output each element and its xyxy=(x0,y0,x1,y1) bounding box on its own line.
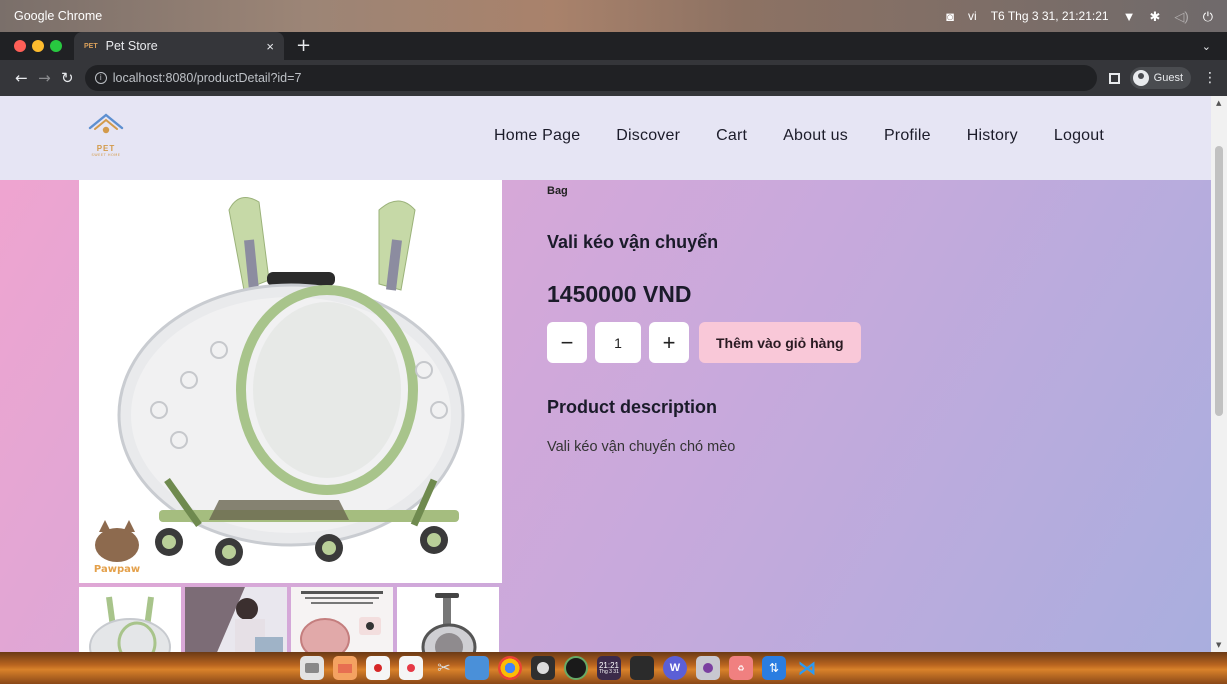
logo-subtext: SWEET HOME xyxy=(91,153,121,157)
power-icon[interactable]: ⏻ xyxy=(1203,10,1213,23)
product-name: Vali kéo vận chuyển xyxy=(547,232,719,252)
vscode-icon[interactable]: ⋊ xyxy=(795,656,819,680)
pet-favicon-icon: PET xyxy=(84,42,98,50)
nav-cart[interactable]: Cart xyxy=(716,127,747,145)
slides-icon[interactable] xyxy=(333,656,357,680)
photos-icon[interactable] xyxy=(531,656,555,680)
quantity-input[interactable] xyxy=(595,322,641,363)
close-tab-icon[interactable]: × xyxy=(266,39,274,54)
bluetooth-icon[interactable]: ✱ xyxy=(1149,10,1160,23)
scissors-icon[interactable]: ✂ xyxy=(432,656,456,680)
obs-icon[interactable] xyxy=(564,656,588,680)
wps-icon[interactable]: W xyxy=(663,656,687,680)
document-icon[interactable] xyxy=(366,656,390,680)
address-bar[interactable]: i localhost:8080/productDetail?id=7 xyxy=(84,65,1097,91)
thumbnail-2[interactable] xyxy=(185,587,287,652)
scroll-down-arrow-icon[interactable]: ▼ xyxy=(1216,641,1221,649)
keyboard-language[interactable]: vi xyxy=(968,9,977,23)
guest-avatar-icon xyxy=(1132,70,1149,86)
pdf-icon[interactable] xyxy=(399,656,423,680)
house-logo-icon xyxy=(88,113,124,134)
reload-icon[interactable]: ↻ xyxy=(56,69,79,87)
nav-home-page[interactable]: Home Page xyxy=(494,127,580,145)
thumbnail-3[interactable] xyxy=(291,587,393,652)
nav-discover[interactable]: Discover xyxy=(616,127,680,145)
minimize-window-button[interactable] xyxy=(32,40,44,52)
recycle-icon[interactable]: ♻ xyxy=(729,656,753,680)
add-to-cart-button[interactable]: Thêm vào giỏ hàng xyxy=(699,322,861,363)
thumbnail-carrier-side-icon xyxy=(421,593,477,652)
thumbnail-1[interactable] xyxy=(79,587,181,652)
tab-search-chevron-icon[interactable]: ⌄ xyxy=(1202,40,1211,53)
page-scrollbar[interactable]: ▲ ▼ xyxy=(1211,96,1227,652)
decrease-quantity-button[interactable]: − xyxy=(547,322,587,363)
maximize-window-button[interactable] xyxy=(50,40,62,52)
os-top-bar: Google Chrome ◙ vi T6 Thg 3 31, 21:21:21… xyxy=(0,0,1227,32)
scrollbar-thumb[interactable] xyxy=(1215,146,1223,416)
site-info-icon[interactable]: i xyxy=(94,72,107,84)
description-text: Vali kéo vận chuyển chó mèo xyxy=(547,439,736,455)
nav-about-us[interactable]: About us xyxy=(783,127,848,145)
product-category[interactable]: Bag xyxy=(547,185,568,197)
tab-pet-store[interactable]: PET Pet Store × xyxy=(74,32,284,60)
url-text: localhost:8080/productDetail?id=7 xyxy=(112,71,302,85)
side-panel-icon[interactable] xyxy=(1108,72,1120,84)
chrome-icon[interactable] xyxy=(498,656,522,680)
thumbnail-person-icon xyxy=(185,587,287,652)
nav-profile[interactable]: Profile xyxy=(884,127,931,145)
browser-toolbar: ← → ↻ i localhost:8080/productDetail?id=… xyxy=(0,60,1227,96)
new-tab-button[interactable]: + xyxy=(296,37,311,55)
profile-button[interactable]: Guest xyxy=(1129,67,1192,89)
terminal-icon[interactable] xyxy=(630,656,654,680)
camera-app-icon[interactable] xyxy=(696,656,720,680)
product-price: 1450000 VND xyxy=(547,281,692,307)
clock-datetime[interactable]: T6 Thg 3 31, 21:21:21 xyxy=(991,9,1109,23)
profile-label: Guest xyxy=(1153,72,1184,84)
pet-carrier-illustration: Pawpaw xyxy=(94,197,465,575)
desktop-dock: ✂ 21:21 Thg 3 31 W ♻ ⇅ ⋊ xyxy=(300,654,819,682)
window-icon[interactable] xyxy=(465,656,489,680)
close-window-button[interactable] xyxy=(14,40,26,52)
chrome-menu-icon[interactable]: ⋮ xyxy=(1203,70,1217,86)
transfer-icon[interactable]: ⇅ xyxy=(762,656,786,680)
scroll-up-arrow-icon[interactable]: ▲ xyxy=(1216,99,1221,107)
camera-icon[interactable]: ◙ xyxy=(946,10,954,23)
thumbnail-infographic-icon xyxy=(291,587,393,652)
web-viewport: PET SWEET HOME Home Page Discover Cart A… xyxy=(0,96,1211,652)
thumbnail-carrier-icon xyxy=(89,596,171,652)
description-heading: Product description xyxy=(547,397,718,417)
nav-history[interactable]: History xyxy=(967,127,1018,145)
quantity-controls: − + Thêm vào giỏ hàng xyxy=(547,322,861,363)
forward-arrow-icon[interactable]: → xyxy=(33,69,56,87)
tab-title: Pet Store xyxy=(105,39,158,53)
product-thumbnails xyxy=(79,587,502,652)
logo-text: PET xyxy=(96,144,116,153)
os-status-area: ◙ vi T6 Thg 3 31, 21:21:21 ▼ ✱ ◁) ⏻ xyxy=(946,9,1213,23)
increase-quantity-button[interactable]: + xyxy=(649,322,689,363)
watermark-text: Pawpaw xyxy=(94,564,140,575)
thumbnail-4[interactable] xyxy=(397,587,499,652)
nav-logout[interactable]: Logout xyxy=(1054,127,1104,145)
main-nav: Home Page Discover Cart About us Profile… xyxy=(494,127,1140,145)
back-arrow-icon[interactable]: ← xyxy=(10,69,33,87)
site-logo[interactable]: PET SWEET HOME xyxy=(80,112,132,162)
product-main-image[interactable]: Pawpaw xyxy=(79,180,502,583)
dock-clock-date: Thg 3 31 xyxy=(599,668,619,675)
active-app-name: Google Chrome xyxy=(14,9,103,23)
volume-icon[interactable]: ◁) xyxy=(1174,10,1188,23)
wifi-icon[interactable]: ▼ xyxy=(1123,10,1136,23)
site-header: PET SWEET HOME Home Page Discover Cart A… xyxy=(0,96,1211,180)
window-controls xyxy=(14,40,62,52)
files-icon[interactable] xyxy=(300,656,324,680)
clock-icon[interactable]: 21:21 Thg 3 31 xyxy=(597,656,621,680)
browser-tab-strip: PET Pet Store × + ⌄ xyxy=(0,32,1227,60)
